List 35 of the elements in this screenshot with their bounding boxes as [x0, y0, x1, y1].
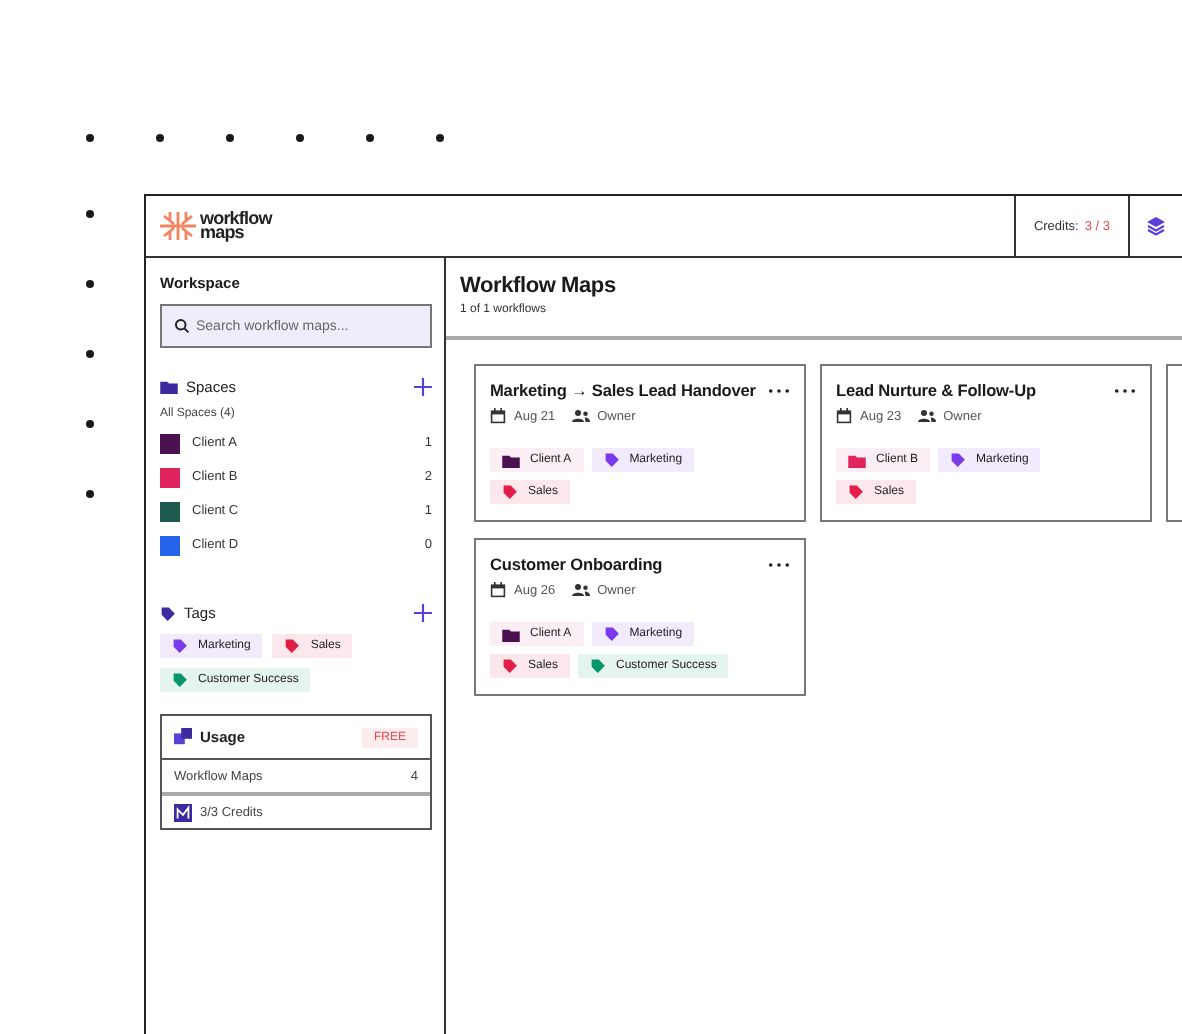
calendar-icon: [490, 408, 506, 424]
chart-icon: [174, 803, 192, 821]
more-options-icon[interactable]: [768, 561, 790, 567]
decorative-dot: [226, 134, 234, 142]
decorative-dot: [86, 490, 94, 498]
tag-icon: [160, 605, 176, 621]
decorative-dot: [86, 134, 94, 142]
decorative-dot: [156, 134, 164, 142]
decorative-dot: [86, 350, 94, 358]
page-title: Workflow Maps: [460, 274, 618, 298]
logo-icon: [160, 212, 196, 240]
card-title: Customer Onboarding: [490, 554, 663, 574]
decorative-dot: [296, 134, 304, 142]
calendar-icon: [836, 408, 852, 424]
people-icon: [917, 408, 936, 424]
card-title: Marketing → Sales Lead Handover: [490, 380, 756, 400]
decorative-dot: [366, 134, 374, 142]
decorative-dot: [86, 420, 94, 428]
decorative-dot: [86, 210, 94, 218]
calendar-icon: [490, 582, 506, 598]
card-title: Lead Nurture & Follow-Up: [836, 380, 1036, 400]
add-icon[interactable]: [414, 378, 432, 396]
decorative-dot: [436, 134, 444, 142]
search-icon: [174, 318, 190, 334]
more-options-icon[interactable]: [768, 387, 790, 393]
more-options-icon[interactable]: [1114, 387, 1136, 393]
stack-icon: [174, 728, 192, 746]
decorative-dot: [86, 280, 94, 288]
logo-text: workflow: [200, 211, 272, 226]
people-icon: [571, 408, 590, 424]
layers-icon[interactable]: [1146, 216, 1166, 236]
logo-text: maps: [200, 226, 244, 241]
people-icon: [571, 582, 590, 598]
folder-icon: [160, 380, 178, 394]
add-icon[interactable]: [414, 604, 432, 622]
